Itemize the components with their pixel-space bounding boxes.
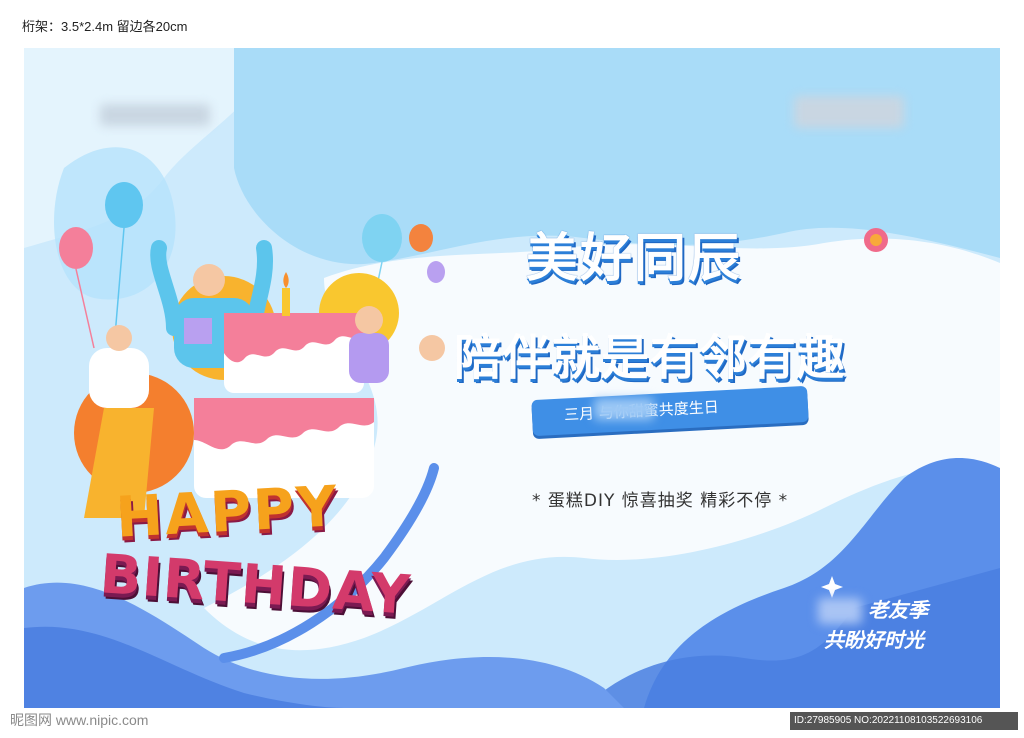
title-line-1: 美好同辰 [526, 229, 743, 289]
blurred-ribbon-name [594, 398, 654, 420]
watermark-left: 昵图网 www.nipic.com [10, 712, 149, 728]
birthday-poster: 美好同辰 陪伴就是有邻有趣 三月 与你甜蜜共度生日 * 蛋糕DIY 惊喜抽奖 精… [24, 48, 1000, 708]
corner-line-2: 共盼好时光 [824, 628, 924, 652]
happy-lettering: HAPPY [114, 474, 341, 551]
spec-label: 桁架：3.5*2.4m 留边各20cm [22, 19, 188, 34]
title-line-2: 陪伴就是有邻有趣 [454, 330, 847, 386]
slogan-text: * 蛋糕DIY 惊喜抽奖 精彩不停 * [532, 491, 789, 511]
blurred-logo-right [794, 96, 904, 128]
blurred-logo-left [100, 104, 210, 126]
watermark-right: ID:27985905 NO:20221108103522693106 [790, 712, 1018, 730]
corner-line-1: 老友季 [868, 598, 928, 622]
corner-badge: 老友季 共盼好时光 [824, 595, 928, 655]
